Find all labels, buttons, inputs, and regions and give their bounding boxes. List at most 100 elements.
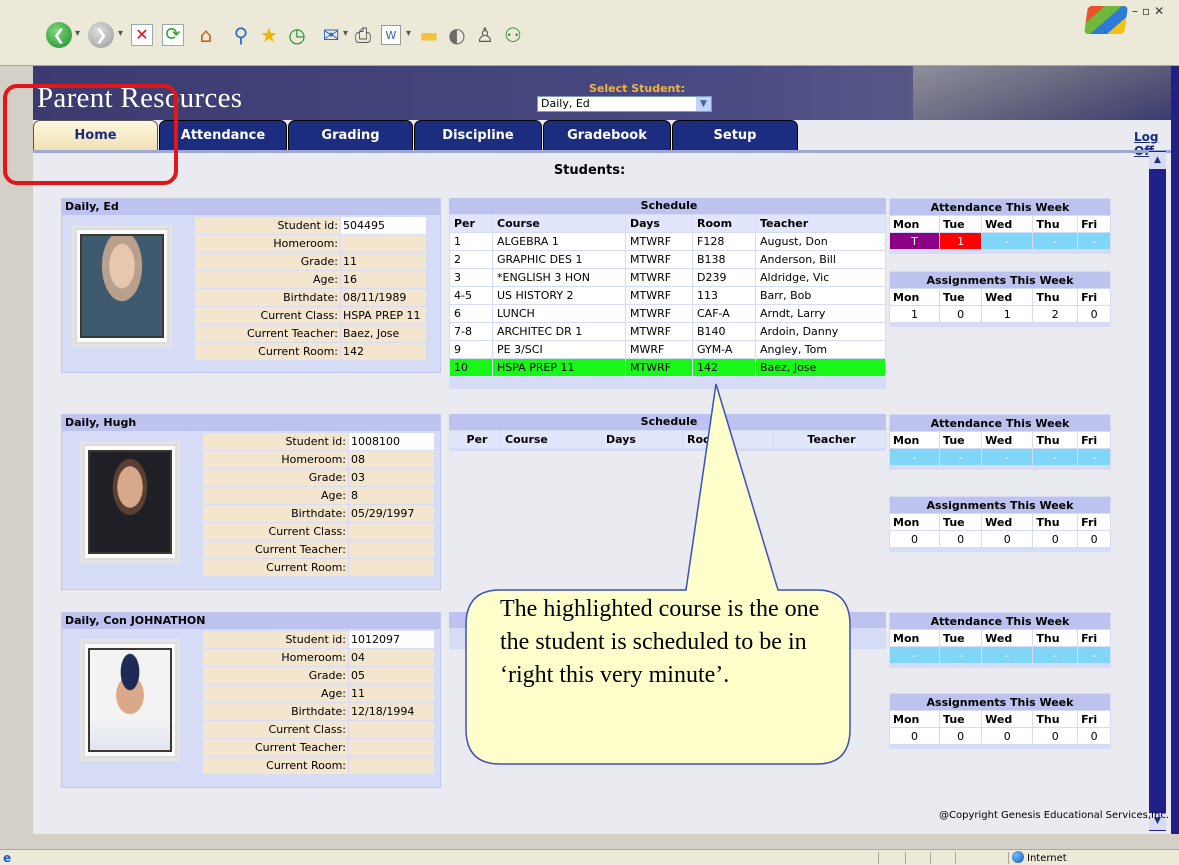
day-header: Wed <box>982 432 1033 448</box>
assignment-count: 0 <box>940 306 982 322</box>
attendance-cell: - <box>1078 449 1110 465</box>
web-page: Parent Resources Select Student: Daily, … <box>33 66 1171 834</box>
schedule-title: Schedule <box>449 198 886 214</box>
tab-discipline[interactable]: Discipline <box>414 120 542 151</box>
mail-icon[interactable]: ✉ <box>318 22 344 48</box>
assignments-table: Assignments This Week Mon Tue Wed Thu Fri 00… <box>889 496 1111 548</box>
folder-icon[interactable]: ▬ <box>416 22 442 48</box>
assignment-count: 0 <box>940 728 982 744</box>
info-value: 05/29/1997 <box>349 505 434 522</box>
info-value: 1008100 <box>349 433 434 450</box>
stop-icon[interactable]: ✕ <box>131 24 153 46</box>
assignment-count: 0 <box>982 531 1033 547</box>
course-cell: ARCHITEC DR 1 <box>493 323 625 340</box>
day-header: Mon <box>890 289 940 305</box>
attendance-cell: - <box>982 449 1033 465</box>
search-icon[interactable]: ⚲ <box>228 22 254 48</box>
favorites-icon[interactable]: ★ <box>256 22 282 48</box>
callout-text: The highlighted course is the one the st… <box>500 596 820 688</box>
tab-gradebook[interactable]: Gradebook <box>543 120 671 151</box>
attendance-cell-absent: 1 <box>940 233 982 249</box>
schedule-row: 1 ALGEBRA 1 MTWRF F128 August, Don <box>450 233 885 250</box>
info-label: Current Room: <box>203 559 348 576</box>
photo-image <box>80 234 164 338</box>
days-cell: MWRF <box>626 341 692 358</box>
status-divider <box>1008 852 1009 864</box>
info-value: 11 <box>341 253 426 270</box>
day-header: Thu <box>1033 711 1078 727</box>
tab-bar: Home Attendance Grading Discipline Grade… <box>33 120 1171 158</box>
vertical-scrollbar[interactable] <box>1149 151 1166 831</box>
day-header: Wed <box>982 711 1033 727</box>
schedule-row: 4-5 US HISTORY 2 MTWRF 113 Barr, Bob <box>450 287 885 304</box>
student-name: Daily, Hugh <box>62 415 440 431</box>
day-header: Tue <box>940 711 982 727</box>
info-label: Student id: <box>203 433 348 450</box>
forward-dropdown-icon[interactable]: ▾ <box>118 28 123 39</box>
info-value: Baez, Jose <box>341 325 426 342</box>
teacher-cell: August, Don <box>756 233 885 250</box>
attendance-cell: - <box>1078 233 1110 249</box>
messenger-icon[interactable]: ◐ <box>444 22 470 48</box>
schedule-row: 7-8 ARCHITEC DR 1 MTWRF B140 Ardoin, Danny <box>450 323 885 340</box>
info-value: 08 <box>349 451 434 468</box>
student-info-panel: Daily, Con JOHNATHON Student id: 1012097 … <box>61 612 441 788</box>
attendance-cell: - <box>890 647 940 663</box>
days-cell: MTWRF <box>626 323 692 340</box>
info-value: 03 <box>349 469 434 486</box>
back-dropdown-icon[interactable]: ▾ <box>75 28 80 39</box>
users-icon[interactable]: ⚇ <box>500 22 526 48</box>
attendance-cell: - <box>940 449 982 465</box>
attendance-table: Attendance This Week Mon Tue Wed Thu Fri ---… <box>889 414 1111 466</box>
period-cell: 1 <box>450 233 492 250</box>
course-cell: PE 3/SCI <box>493 341 625 358</box>
schedule-row: 3 *ENGLISH 3 HON MTWRF D239 Aldridge, Vic <box>450 269 885 286</box>
history-icon[interactable]: ◷ <box>284 22 310 48</box>
tab-underline <box>33 150 1171 153</box>
mail-dropdown-icon[interactable]: ▾ <box>343 28 348 39</box>
info-label: Current Room: <box>203 757 348 774</box>
copyright-text: @Copyright Genesis Educational Services,… <box>939 810 1169 821</box>
info-label: Age: <box>203 685 348 702</box>
edit-icon[interactable]: W <box>381 25 401 45</box>
attendance-panel: Attendance This Week Mon Tue Wed Thu Fri ---… <box>889 414 1111 470</box>
assignments-title: Assignments This Week <box>890 694 1110 710</box>
student-select[interactable]: Daily, Ed ▼ <box>537 96 712 112</box>
student-info-table: Student id: 1008100 Homeroom: 08 Grade: 03 … <box>202 432 435 577</box>
teacher-cell: Angley, Tom <box>756 341 885 358</box>
student-photo <box>80 441 180 563</box>
attendance-title: Attendance This Week <box>890 199 1110 215</box>
print-icon[interactable]: ⎙ <box>350 22 376 48</box>
back-icon[interactable]: ❮ <box>46 22 72 48</box>
tab-grading[interactable]: Grading <box>288 120 413 151</box>
day-header: Wed <box>982 514 1033 530</box>
schedule-header: Room <box>693 215 755 232</box>
attendance-cell: - <box>982 233 1033 249</box>
day-header: Tue <box>940 216 982 232</box>
students-heading: Students: <box>553 163 626 178</box>
window-controls[interactable]: –​▫✕ <box>1132 4 1168 18</box>
forward-icon[interactable]: ❯ <box>88 22 114 48</box>
edit-dropdown-icon[interactable]: ▾ <box>406 28 411 39</box>
status-divider <box>930 852 931 864</box>
scroll-up-arrow-icon[interactable]: ▲ <box>1149 152 1166 169</box>
day-header: Fri <box>1078 216 1110 232</box>
user-icon[interactable]: ♙ <box>472 22 498 48</box>
tab-setup[interactable]: Setup <box>672 120 798 151</box>
info-value: 08/11/1989 <box>341 289 426 306</box>
refresh-icon[interactable]: ⟳ <box>162 24 184 46</box>
info-value: HSPA PREP 11 <box>341 307 426 324</box>
assignment-count: 0 <box>1078 531 1110 547</box>
outer-scrollbar[interactable] <box>1171 66 1179 834</box>
tab-attendance[interactable]: Attendance <box>159 120 287 151</box>
assignments-panel: Assignments This Week Mon Tue Wed Thu Fri 10… <box>889 271 1111 327</box>
day-header: Fri <box>1078 432 1110 448</box>
info-value <box>349 541 434 558</box>
attendance-title: Attendance This Week <box>890 415 1110 431</box>
home-icon[interactable]: ⌂ <box>193 22 219 48</box>
assignment-count: 0 <box>1033 728 1078 744</box>
info-label: Student id: <box>195 217 340 234</box>
chevron-down-icon[interactable]: ▼ <box>696 97 711 111</box>
info-label: Current Class: <box>203 721 348 738</box>
teacher-cell: Ardoin, Danny <box>756 323 885 340</box>
